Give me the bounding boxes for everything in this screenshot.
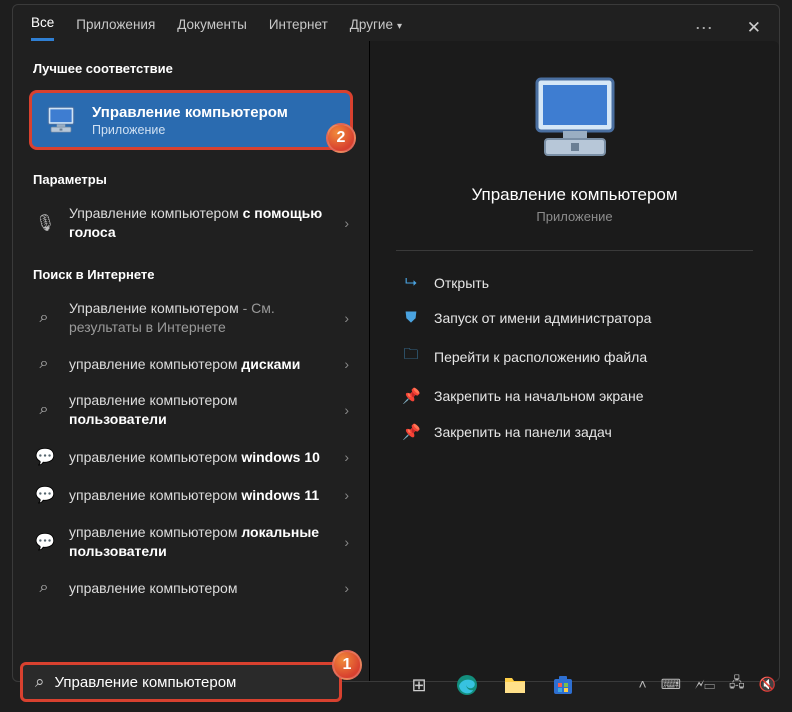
battery-icon[interactable]: 🗲▭ (695, 676, 715, 693)
result-text: управление компьютером windows 11 (69, 486, 328, 505)
microsoft-store-icon[interactable] (548, 670, 578, 700)
chevron-right-icon: › (344, 310, 349, 326)
action-label: Запуск от имени администратора (434, 310, 651, 326)
more-options-button[interactable]: ⋯ (695, 18, 715, 39)
result-text: управление компьютером локальные пользов… (69, 523, 328, 561)
tab-more-label: Другие (350, 17, 393, 32)
result-text: управление компьютером пользователи (69, 391, 328, 429)
admin-icon: ⛊ (402, 309, 420, 326)
keyboard-icon[interactable]: ⌨ (661, 676, 681, 693)
result-text: управление компьютером дисками (69, 355, 328, 374)
detail-title: Управление компьютером (471, 185, 677, 205)
tab-all[interactable]: Все (31, 15, 54, 41)
web-result[interactable]: 💬 управление компьютером windows 11 › (13, 476, 369, 514)
action-pin-taskbar[interactable]: 📌 Закрепить на панели задач (396, 414, 753, 450)
settings-result[interactable]: 🎙 Управление компьютером с помощью голос… (13, 195, 369, 251)
result-text: Управление компьютером с помощью голоса (69, 204, 328, 242)
close-button[interactable]: ✕ (747, 18, 761, 38)
network-icon[interactable]: 🖧 (729, 672, 745, 696)
section-web: Поиск в Интернете (13, 251, 369, 290)
section-best-match: Лучшее соответствие (13, 45, 369, 84)
chevron-down-icon: ▾ (397, 21, 402, 32)
tab-more[interactable]: Другие ▾ (350, 17, 402, 40)
app-large-icon (527, 71, 623, 167)
search-icon: ⌕ (35, 579, 53, 597)
start-search-window: Все Приложения Документы Интернет Другие… (12, 4, 780, 682)
best-match-title: Управление компьютером (92, 104, 288, 121)
open-icon: ⮡ (402, 274, 420, 291)
action-open-location[interactable]: 🗀 Перейти к расположению файла (396, 335, 753, 378)
web-result[interactable]: 💬 управление компьютером локальные польз… (13, 514, 369, 570)
results-pane: Лучшее соответствие Управление компьютер… (13, 41, 369, 681)
file-explorer-icon[interactable] (500, 670, 530, 700)
chat-icon: 💬 (35, 447, 53, 467)
action-label: Закрепить на начальном экране (434, 388, 644, 404)
pin-icon: 📌 (402, 387, 420, 405)
action-label: Перейти к расположению файла (434, 349, 647, 365)
tab-bar: Все Приложения Документы Интернет Другие… (13, 5, 779, 41)
chat-icon: 💬 (35, 532, 53, 552)
search-box[interactable]: ⌕ (20, 662, 342, 702)
action-label: Закрепить на панели задач (434, 424, 612, 440)
web-result[interactable]: ⌕ Управление компьютером - См. результат… (13, 290, 369, 346)
chevron-right-icon: › (344, 356, 349, 372)
system-tray: ˄ ⌨ 🗲▭ 🖧 🔇 (639, 672, 776, 696)
computer-management-icon (44, 103, 78, 137)
tab-documents[interactable]: Документы (177, 17, 247, 40)
chevron-right-icon: › (344, 580, 349, 596)
web-result[interactable]: ⌕ управление компьютером пользователи › (13, 382, 369, 438)
best-match-subtitle: Приложение (92, 123, 288, 137)
annotation-badge-2: 2 (326, 123, 356, 153)
microphone-icon: 🎙 (35, 213, 53, 233)
result-text: управление компьютером (69, 579, 328, 598)
annotation-badge-1: 1 (332, 650, 362, 680)
chevron-right-icon: › (344, 487, 349, 503)
tray-overflow-icon[interactable]: ˄ (639, 676, 647, 692)
chat-icon: 💬 (35, 485, 53, 505)
result-text: управление компьютером windows 10 (69, 448, 328, 467)
web-result[interactable]: ⌕ управление компьютером дисками › (13, 346, 369, 383)
volume-icon[interactable]: 🔇 (759, 676, 776, 693)
chevron-right-icon: › (344, 402, 349, 418)
search-input[interactable] (55, 674, 327, 691)
search-icon: ⌕ (35, 355, 53, 373)
action-pin-start[interactable]: 📌 Закрепить на начальном экране (396, 378, 753, 414)
divider (396, 250, 753, 251)
tab-apps[interactable]: Приложения (76, 17, 155, 40)
search-icon: ⌕ (35, 309, 53, 327)
web-result[interactable]: ⌕ управление компьютером › (13, 570, 369, 607)
action-open[interactable]: ⮡ Открыть (396, 265, 753, 300)
section-settings: Параметры (13, 156, 369, 195)
best-match-result[interactable]: Управление компьютером Приложение 2 (29, 90, 353, 150)
chevron-right-icon: › (344, 215, 349, 231)
result-text: Управление компьютером - См. результаты … (69, 299, 328, 337)
web-result[interactable]: 💬 управление компьютером windows 10 › (13, 438, 369, 476)
taskbar-pinned: ⊞ (404, 670, 578, 700)
folder-icon: 🗀 (402, 344, 420, 369)
chevron-right-icon: › (344, 449, 349, 465)
detail-subtitle: Приложение (536, 209, 612, 224)
best-match-text: Управление компьютером Приложение (92, 104, 288, 137)
search-icon: ⌕ (35, 401, 53, 419)
pin-icon: 📌 (402, 423, 420, 441)
action-run-admin[interactable]: ⛊ Запуск от имени администратора (396, 300, 753, 335)
detail-pane: Управление компьютером Приложение ⮡ Откр… (369, 41, 779, 681)
chevron-right-icon: › (344, 534, 349, 550)
tab-internet[interactable]: Интернет (269, 17, 328, 40)
task-view-icon[interactable]: ⊞ (404, 670, 434, 700)
edge-icon[interactable] (452, 670, 482, 700)
action-label: Открыть (434, 275, 489, 291)
search-icon: ⌕ (35, 672, 45, 692)
